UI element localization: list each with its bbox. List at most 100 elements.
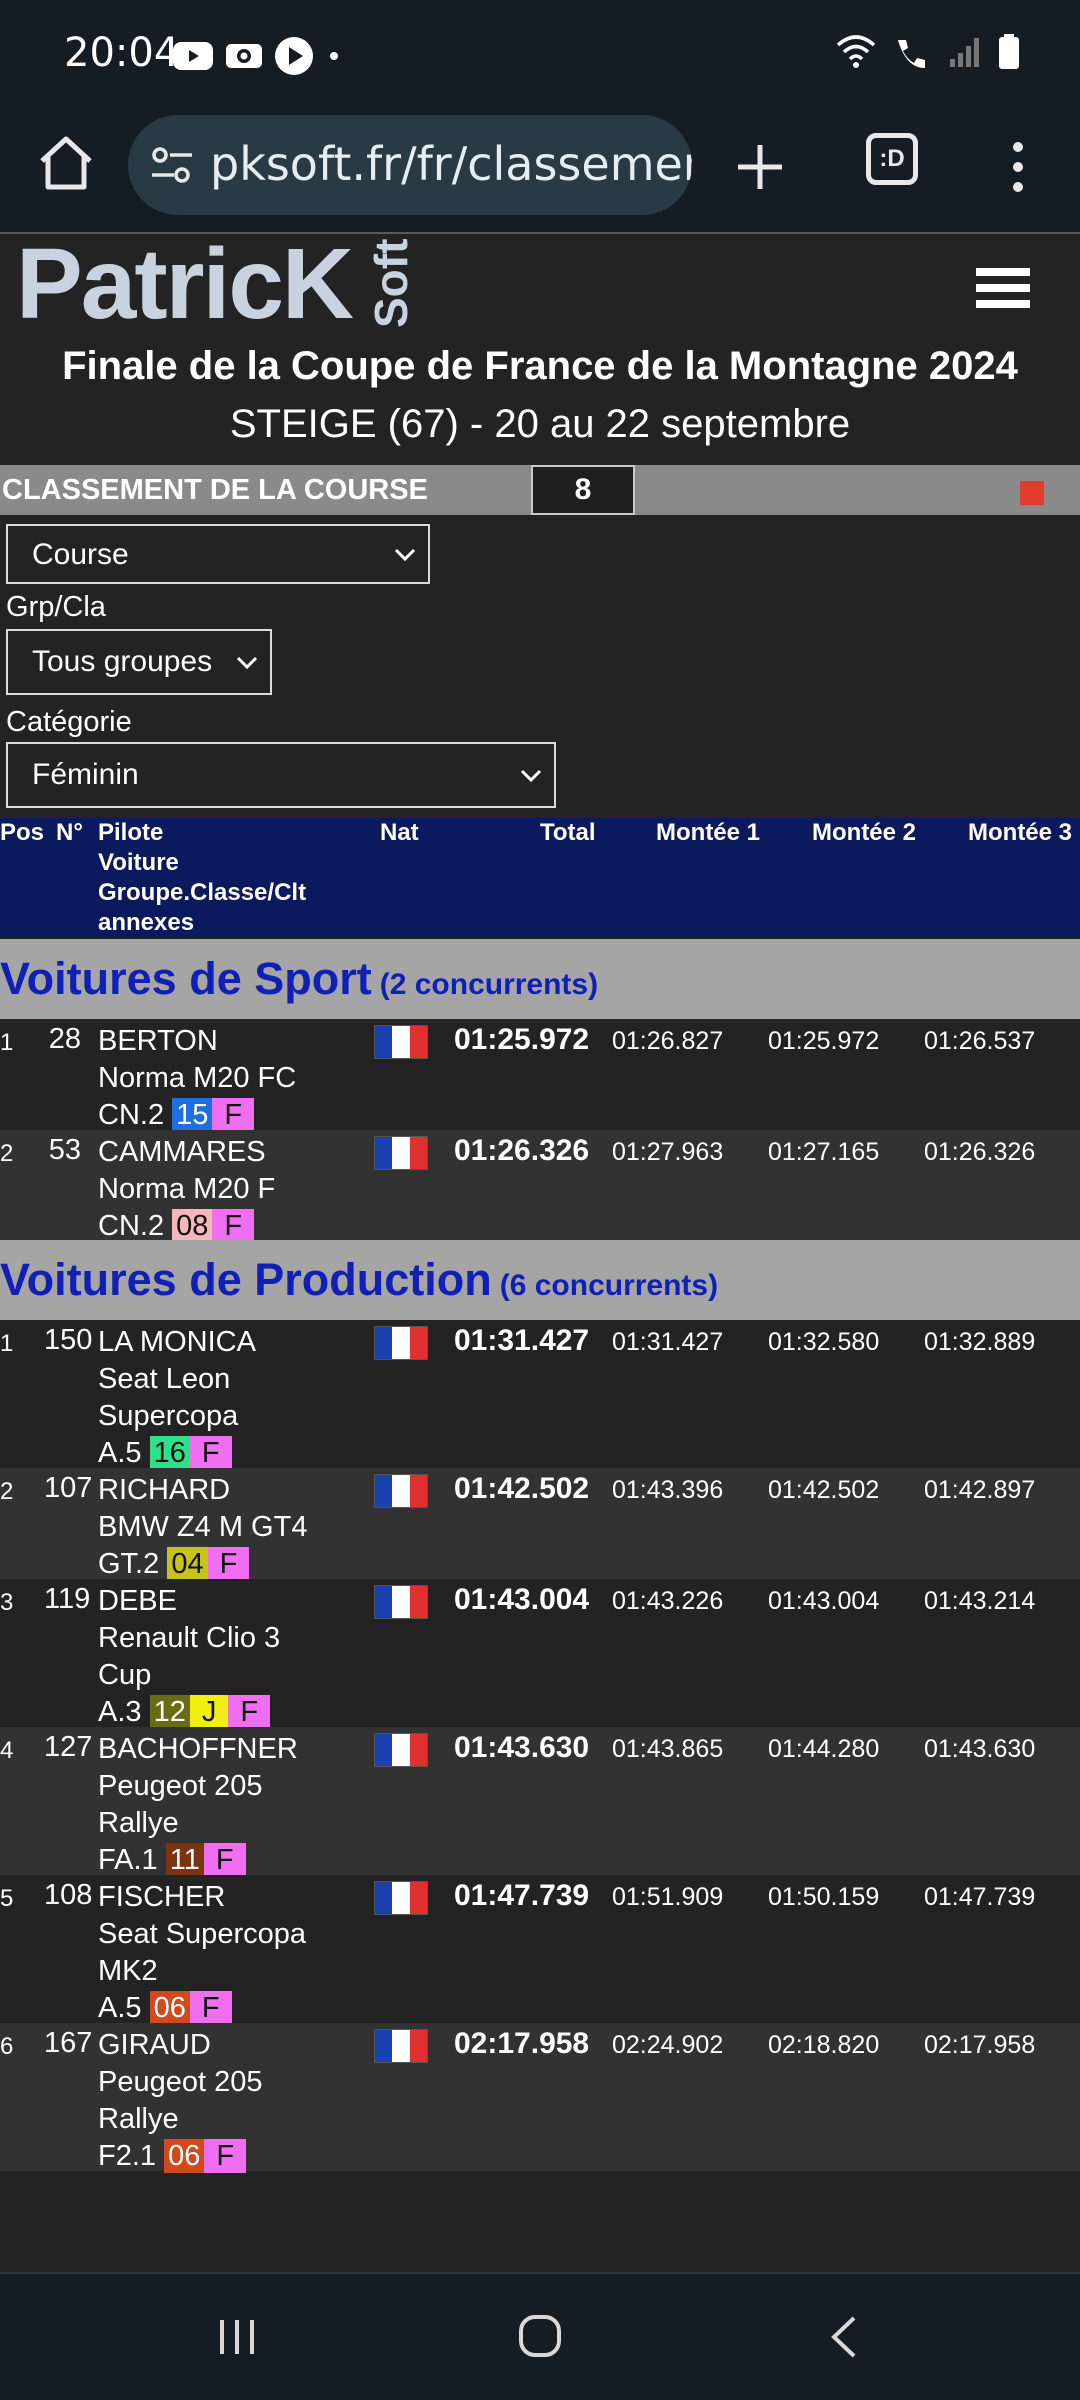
row-class: A.5: [98, 1992, 142, 2024]
grp-select-value: Tous groupes: [32, 645, 213, 678]
home-icon[interactable]: [34, 131, 98, 195]
recent-apps-icon[interactable]: [214, 2314, 260, 2360]
france-flag-icon: [374, 1326, 428, 1360]
row-pos: 6: [0, 2033, 14, 2060]
categorie-select[interactable]: Féminin: [6, 742, 556, 808]
category-badge: F: [189, 1991, 232, 2025]
table-row[interactable]: 4 127 BACHOFFNER Peugeot 205 Rallye FA.1…: [0, 1727, 1080, 1877]
logo-soft-text: Soft: [365, 238, 417, 328]
table-row[interactable]: 3 119 DEBE Renault Clio 3 Cup A.3 12 J F 0…: [0, 1579, 1080, 1729]
col-pilote-line: Pilote: [98, 819, 164, 846]
row-car: BMW Z4 M GT4: [98, 1511, 308, 1543]
battery-icon: [999, 34, 1019, 69]
row-m2: 01:25.972: [768, 1027, 880, 1055]
row-total: 02:17.958: [454, 2027, 590, 2060]
group-count: (2 concurrents): [379, 968, 599, 1001]
row-pilote: DEBE: [98, 1585, 177, 1617]
table-row[interactable]: 1 28 BERTON Norma M20 FC CN.2 15 F 01:25.…: [0, 1019, 1080, 1132]
logo-text: PatricK: [16, 228, 354, 340]
category-badge: F: [203, 1843, 246, 1877]
row-car: Seat Supercopa: [98, 1918, 306, 1950]
row-num: 107: [44, 1472, 93, 1504]
table-row[interactable]: 1 150 LA MONICA Seat Leon Supercopa A.5 …: [0, 1320, 1080, 1470]
row-total: 01:31.427: [454, 1324, 590, 1357]
classement-number[interactable]: 8: [531, 465, 635, 515]
col-pilote-line: Groupe.Classe/Clt: [98, 879, 307, 906]
table-row[interactable]: 2 53 CAMMARES Norma M20 F CN.2 08 F 01:26…: [0, 1130, 1080, 1243]
url-text[interactable]: pksoft.fr/fr/classement: [210, 137, 692, 191]
row-pilote: CAMMARES: [98, 1136, 266, 1168]
table-row[interactable]: 2 107 RICHARD BMW Z4 M GT4 GT.2 04 F 01:4…: [0, 1468, 1080, 1581]
browser-menu-icon[interactable]: [1002, 135, 1034, 199]
row-pilote: GIRAUD: [98, 2029, 211, 2061]
rank-badge: 12: [149, 1695, 190, 1729]
row-m2: 01:50.159: [768, 1883, 880, 1911]
tab-switcher-button[interactable]: :D: [866, 133, 918, 185]
row-car: Supercopa: [98, 1400, 239, 1432]
rank-badge: 06: [149, 1991, 190, 2025]
france-flag-icon: [374, 1585, 428, 1619]
row-total: 01:42.502: [454, 1472, 590, 1505]
row-m1: 01:43.396: [612, 1476, 724, 1504]
rank-badge: 11: [165, 1843, 204, 1877]
row-m1: 01:43.226: [612, 1587, 724, 1615]
rank-badge: 06: [164, 2139, 205, 2173]
row-m3: 01:43.630: [924, 1735, 1036, 1763]
row-pilote: FISCHER: [98, 1881, 226, 1913]
row-num: 53: [48, 1134, 81, 1166]
row-m2: 01:32.580: [768, 1328, 880, 1356]
course-select-value: Course: [32, 538, 129, 571]
row-m1: 01:26.827: [612, 1027, 724, 1055]
row-pos: 1: [0, 1330, 14, 1357]
category-badge: F: [207, 1547, 250, 1581]
row-m3: 02:17.958: [924, 2031, 1036, 2059]
row-class: GT.2: [98, 1548, 160, 1580]
col-nat: Nat: [380, 819, 419, 846]
france-flag-icon: [374, 1136, 428, 1170]
classement-bar: CLASSEMENT DE LA COURSE 8: [0, 465, 1080, 515]
site-settings-icon[interactable]: [150, 145, 194, 185]
back-icon[interactable]: [824, 2314, 864, 2360]
row-car: Rallye: [98, 1807, 179, 1839]
camera-badge-icon: [226, 44, 262, 68]
row-m2: 01:44.280: [768, 1735, 880, 1763]
table-row[interactable]: 5 108 FISCHER Seat Supercopa MK2 A.5 06 F…: [0, 1875, 1080, 2025]
category-badge: F: [212, 1209, 255, 1243]
row-pilote: RICHARD: [98, 1474, 231, 1506]
row-class: F2.1: [98, 2140, 157, 2172]
grp-select[interactable]: Tous groupes: [6, 629, 272, 695]
row-class: CN.2: [98, 1099, 165, 1131]
play-icon: [275, 37, 313, 75]
site-menu-icon[interactable]: [976, 268, 1030, 312]
live-indicator-icon: [1020, 481, 1044, 505]
notification-dot-icon: [330, 52, 338, 60]
rank-badge: 15: [172, 1098, 213, 1132]
row-car: Norma M20 F: [98, 1173, 276, 1205]
row-m2: 02:18.820: [768, 2031, 880, 2059]
row-m3: 01:26.537: [924, 1027, 1036, 1055]
row-m3: 01:42.897: [924, 1476, 1036, 1504]
address-bar[interactable]: pksoft.fr/fr/classement: [128, 115, 692, 215]
site-logo[interactable]: PatricK Soft: [16, 228, 417, 340]
col-num: N°: [56, 819, 83, 846]
classement-label: CLASSEMENT DE LA COURSE: [2, 474, 428, 506]
rank-badge: 08: [172, 1209, 213, 1243]
course-select[interactable]: Course: [6, 524, 430, 584]
col-total: Total: [540, 819, 596, 846]
row-total: 01:43.630: [454, 1731, 590, 1764]
row-m1: 01:31.427: [612, 1328, 724, 1356]
france-flag-icon: [374, 1025, 428, 1059]
row-m1: 01:43.865: [612, 1735, 724, 1763]
row-num: 150: [44, 1324, 93, 1356]
row-pos: 5: [0, 1885, 14, 1912]
browser-toolbar: pksoft.fr/fr/classement :D: [0, 115, 1080, 233]
row-car: Peugeot 205: [98, 2066, 263, 2098]
grp-label: Grp/Cla: [6, 591, 106, 623]
rank-badge: 04: [167, 1547, 208, 1581]
row-car: Peugeot 205: [98, 1770, 263, 1802]
france-flag-icon: [374, 1733, 428, 1767]
new-tab-icon[interactable]: [730, 137, 790, 197]
junior-badge: J: [189, 1695, 229, 1729]
table-row[interactable]: 6 167 GIRAUD Peugeot 205 Rallye F2.1 06 F…: [0, 2023, 1080, 2173]
home-nav-icon[interactable]: [516, 2312, 564, 2360]
